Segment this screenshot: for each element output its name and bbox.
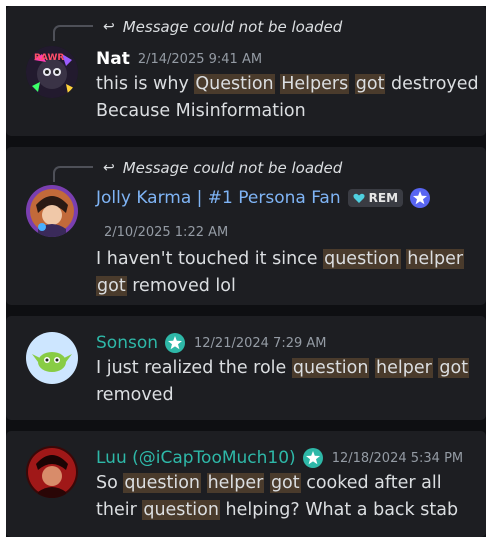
message-text: cooked after all [300,473,442,493]
search-highlight: helper [375,358,433,378]
message-header: Luu (@iCapTooMuch10) 12/18/2024 5:34 PM [96,446,463,470]
reply-arrow-icon: ↩ [103,160,115,176]
search-highlight: Helpers [280,74,350,94]
heart-icon [353,193,365,203]
author-name[interactable]: Nat [96,49,130,69]
message-text: helping? What a back stab [219,500,459,520]
message-content: I just realized the role question helper… [96,355,470,409]
star-badge-icon[interactable] [302,447,324,469]
avatar-jolly-image [26,185,78,237]
message-content: I haven't touched it since question help… [96,246,466,300]
message-text: I haven't touched it since [96,249,324,269]
message-text: destroyed [385,74,479,94]
message-text: this is why [96,74,195,94]
search-highlight: question [291,358,370,378]
message-line: got removed lol [96,273,466,300]
message-line: this is why Question Helpers got destroy… [96,71,479,98]
search-highlight: question [323,249,401,269]
avatar[interactable]: RAWR [26,46,78,98]
avatar[interactable] [26,185,78,237]
message-text: I just realized the role [96,358,292,378]
message-line: removed [96,382,466,409]
message-line: I haven't touched it since question help… [96,246,466,273]
reply-spine [53,166,93,182]
star-badge-icon[interactable] [409,187,431,209]
svg-text:RAWR: RAWR [34,53,64,63]
role-tag-label: REM [368,191,399,205]
search-highlight: question [123,473,201,493]
message-list: ↩ Message could not be loaded RAWR Nat 2… [6,6,486,537]
avatar-luu-image [26,446,78,498]
search-highlight: helper [406,249,465,269]
timestamp[interactable]: 2/10/2025 1:22 AM [104,225,228,240]
search-highlight: Question [194,74,275,94]
message-text: removed [96,385,174,405]
message-header: Sonson 12/21/2024 7:29 AM [96,331,327,355]
message-text: Because Misinformation [96,101,306,121]
search-highlight: got [354,74,386,94]
search-highlight: got [269,473,301,493]
reply-text: Message could not be loaded [122,159,343,177]
reply-spine [53,25,93,41]
avatar-nat-image: RAWR [26,46,78,98]
timestamp[interactable]: 2/14/2025 9:41 AM [138,52,262,67]
message-content: So question helper got cooked after all t… [96,470,466,524]
message-text: their [96,500,143,520]
avatar[interactable] [26,446,78,498]
role-tag[interactable]: REM [347,189,404,207]
search-highlight: got [96,276,127,296]
message-item[interactable]: ↩ Message could not be loaded RAWR Nat 2… [6,6,486,136]
author-name[interactable]: Sonson [96,333,158,353]
reply-preview[interactable]: ↩ Message could not be loaded [103,17,342,37]
reply-arrow-icon: ↩ [103,19,115,35]
reply-text: Message could not be loaded [122,18,343,36]
avatar[interactable] [26,332,78,384]
message-line: I just realized the role question helper… [96,355,470,382]
avatar-sonson-image [26,332,78,384]
timestamp[interactable]: 12/21/2024 7:29 AM [194,336,327,351]
message-line: Because Misinformation [96,98,466,125]
message-item[interactable]: ↩ Message could not be loaded Jolly Karm… [6,147,486,305]
search-highlight: helper [206,473,265,493]
message-text [201,473,207,493]
reply-preview[interactable]: ↩ Message could not be loaded [103,158,342,178]
timestamp[interactable]: 12/18/2024 5:34 PM [332,451,463,466]
author-name[interactable]: Jolly Karma | #1 Persona Fan [96,188,341,208]
message-text: So [96,473,124,493]
message-line: their question helping? What a back stab [96,497,466,524]
message-text: removed lol [126,276,236,296]
message-content: this is why Question Helpers got destroy… [96,71,479,125]
message-item[interactable]: Luu (@iCapTooMuch10) 12/18/2024 5:34 PM … [6,431,486,537]
message-line: So question helper got cooked after all [96,470,466,497]
message-header: Jolly Karma | #1 Persona Fan REM [96,186,431,210]
star-badge-icon[interactable] [164,332,186,354]
message-text [349,74,355,94]
search-highlight: got [438,358,470,378]
message-item[interactable]: Sonson 12/21/2024 7:29 AM I just realize… [6,316,486,420]
message-header: Nat 2/14/2025 9:41 AM [96,47,262,71]
author-name[interactable]: Luu (@iCapTooMuch10) [96,448,296,468]
search-highlight: question [142,500,220,520]
